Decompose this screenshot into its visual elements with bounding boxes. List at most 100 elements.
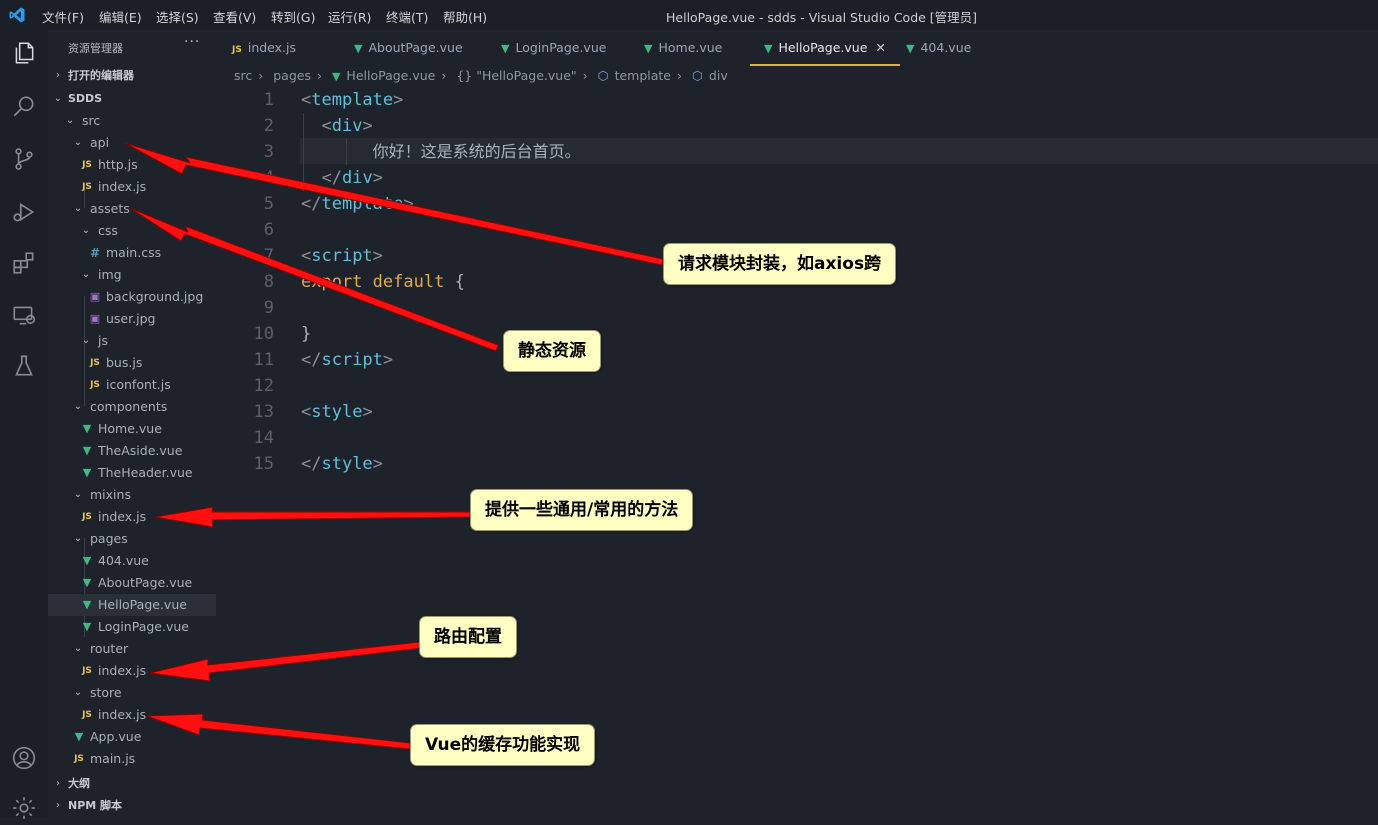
tree-file-api-index-js[interactable]: JS index.js <box>48 176 216 198</box>
section-project[interactable]: ⌄ SDDS <box>48 88 216 110</box>
tree-label: router <box>90 641 129 656</box>
tree-label: index.js <box>98 707 147 722</box>
tree-file-mixins-index-js[interactable]: JS index.js <box>48 506 216 528</box>
section-open-editors[interactable]: › 打开的编辑器 <box>48 65 216 87</box>
tree-folder-pages[interactable]: ⌄ pages <box>48 528 216 550</box>
tree-file-main-js[interactable]: JS main.js <box>48 748 216 770</box>
tree-folder-router[interactable]: ⌄ router <box>48 638 216 660</box>
tree-file-app-vue[interactable]: ▼ App.vue <box>48 726 216 748</box>
run-debug-icon[interactable] <box>11 199 37 225</box>
breadcrumb-item[interactable]: src <box>234 68 252 83</box>
tree-folder-src[interactable]: ⌄ src <box>48 110 216 132</box>
tree-folder-store[interactable]: ⌄ store <box>48 682 216 704</box>
tree-folder-mixins[interactable]: ⌄ mixins <box>48 484 216 506</box>
settings-gear-icon[interactable] <box>11 795 37 821</box>
tree-file-loginpage-vue[interactable]: ▼ LoginPage.vue <box>48 616 216 638</box>
menu-go[interactable]: 转到(G) <box>271 7 315 26</box>
menu-edit[interactable]: 编辑(E) <box>99 7 142 26</box>
vue-file-icon: ▼ <box>82 554 92 567</box>
tree-file-bus-js[interactable]: JS bus.js <box>48 352 216 374</box>
tree-label: store <box>90 685 122 700</box>
tree-folder-img[interactable]: ⌄ img <box>48 264 216 286</box>
breadcrumb-item[interactable]: {} "HelloPage.vue" <box>456 68 576 83</box>
tree-file-user-jpg[interactable]: ▣ user.jpg <box>48 308 216 330</box>
remote-explorer-icon[interactable] <box>11 302 37 328</box>
code-editor[interactable]: 1 2 3 4 5 6 7 8 9 10 11 12 13 14 15 <tem… <box>216 87 1378 817</box>
code-line: <div> <box>321 116 373 136</box>
tree-folder-components[interactable]: ⌄ components <box>48 396 216 418</box>
explorer-sidebar: 资源管理器 ··· › 打开的编辑器 ⌄ SDDS ⌄ src ⌄ api JS http… <box>48 30 216 817</box>
menu-view[interactable]: 查看(V) <box>213 7 256 26</box>
tree-label: iconfont.js <box>106 377 171 392</box>
script-tag: script <box>321 350 383 370</box>
breadcrumb-item[interactable]: HelloPage.vue <box>346 68 435 83</box>
testing-icon[interactable] <box>11 353 37 379</box>
style-tag: style <box>311 402 363 422</box>
tab-hellopage-vue[interactable]: ▼ HelloPage.vue ✕ <box>750 30 900 66</box>
tree-file-http-js[interactable]: JS http.js <box>48 154 216 176</box>
menu-run[interactable]: 运行(R) <box>328 7 371 26</box>
account-icon[interactable] <box>11 745 37 771</box>
vscode-logo-icon <box>9 7 25 23</box>
section-label: NPM 脚本 <box>68 799 123 812</box>
template-tag: template <box>321 194 404 214</box>
chevron-right-icon: › <box>582 68 588 83</box>
div-tag: div <box>331 116 363 136</box>
tab-home-vue[interactable]: ▼ Home.vue <box>644 30 722 66</box>
js-file-icon: JS <box>82 182 92 192</box>
code-line: </script> <box>301 350 394 370</box>
tab-index-js[interactable]: JS index.js <box>232 30 296 66</box>
menu-file[interactable]: 文件(F) <box>42 7 84 26</box>
tab-aboutpage-vue[interactable]: ▼ AboutPage.vue <box>354 30 463 66</box>
chevron-right-icon: › <box>677 68 682 83</box>
tree-file-main-css[interactable]: # main.css <box>48 242 216 264</box>
tree-folder-api[interactable]: ⌄ api <box>48 132 216 154</box>
vue-file-icon: ▼ <box>354 42 363 55</box>
line-number: 14 <box>253 428 274 448</box>
tree-file-home-vue[interactable]: ▼ Home.vue <box>48 418 216 440</box>
chevron-down-icon: ⌄ <box>73 137 83 148</box>
line-number: 3 <box>263 142 274 162</box>
breadcrumb-item[interactable]: pages <box>273 68 311 83</box>
tree-folder-css[interactable]: ⌄ css <box>48 220 216 242</box>
tree-file-hellopage-vue[interactable]: ▼ HelloPage.vue <box>48 594 216 616</box>
tree-file-theheader-vue[interactable]: ▼ TheHeader.vue <box>48 462 216 484</box>
tree-file-404-vue[interactable]: ▼ 404.vue <box>48 550 216 572</box>
tree-label: assets <box>90 201 130 216</box>
default-keyword: default <box>372 272 445 292</box>
section-npm-scripts[interactable]: › NPM 脚本 <box>48 795 216 817</box>
cube-icon: ⬡ <box>597 68 609 83</box>
line-number: 6 <box>263 220 274 240</box>
line-number: 11 <box>253 350 274 370</box>
menu-help[interactable]: 帮助(H) <box>443 7 487 26</box>
explorer-icon[interactable] <box>11 40 37 66</box>
tree-file-background-jpg[interactable]: ▣ background.jpg <box>48 286 216 308</box>
tree-label: 404.vue <box>98 553 149 568</box>
tab-label: index.js <box>247 40 297 55</box>
tree-file-iconfont-js[interactable]: JS iconfont.js <box>48 374 216 396</box>
breadcrumb-item[interactable]: div <box>709 68 728 83</box>
section-outline[interactable]: › 大纲 <box>48 773 216 795</box>
tree-file-theaside-vue[interactable]: ▼ TheAside.vue <box>48 440 216 462</box>
vue-file-icon: ▼ <box>82 598 92 611</box>
tree-file-aboutpage-vue[interactable]: ▼ AboutPage.vue <box>48 572 216 594</box>
tree-label: index.js <box>98 509 147 524</box>
line-number: 2 <box>263 116 274 136</box>
source-control-icon[interactable] <box>11 146 37 172</box>
menu-terminal[interactable]: 终端(T) <box>386 7 428 26</box>
tree-file-store-index-js[interactable]: JS index.js <box>48 704 216 726</box>
close-tab-icon[interactable]: ✕ <box>875 40 885 55</box>
extensions-icon[interactable] <box>11 250 37 276</box>
tree-folder-assets[interactable]: ⌄ assets <box>48 198 216 220</box>
tree-file-router-index-js[interactable]: JS index.js <box>48 660 216 682</box>
tab-404-vue[interactable]: ▼ 404.vue <box>906 30 971 66</box>
more-actions-icon[interactable]: ··· <box>184 34 200 50</box>
template-tag: template <box>311 90 394 110</box>
line-number: 10 <box>253 324 274 344</box>
search-icon[interactable] <box>11 93 37 119</box>
breadcrumb-item[interactable]: template <box>615 68 671 83</box>
menu-selection[interactable]: 选择(S) <box>156 7 199 26</box>
tab-loginpage-vue[interactable]: ▼ LoginPage.vue <box>501 30 606 66</box>
tree-label: bus.js <box>106 355 143 370</box>
tree-folder-js[interactable]: ⌄ js <box>48 330 216 352</box>
